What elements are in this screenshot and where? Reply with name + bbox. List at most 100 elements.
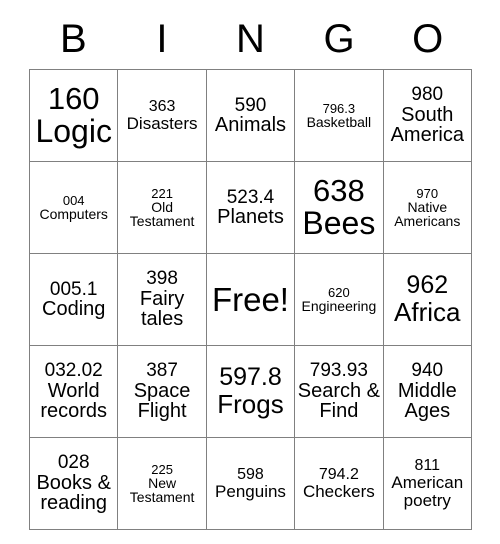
bingo-cell[interactable]: 004 Computers [28, 161, 119, 254]
bingo-cell-content: 620 Engineering [297, 257, 380, 342]
bingo-cell-content: 398 Fairy tales [120, 257, 203, 342]
bingo-cell-content: Free! [209, 257, 292, 342]
bingo-cell-number: 811 [414, 457, 441, 475]
bingo-cell-number: 794.2 [318, 465, 359, 483]
bingo-cell-number: 620 [328, 284, 350, 300]
bingo-cell[interactable]: 225 New Testament [117, 437, 207, 530]
bingo-cell-number: 225 [151, 461, 173, 477]
bingo-cell[interactable]: 387 Space Flight [117, 345, 207, 438]
bingo-cell[interactable]: 221 Old Testament [117, 161, 207, 254]
bingo-cell-label: Planets [217, 205, 284, 228]
bingo-cell[interactable]: 962 Africa [382, 253, 473, 346]
bingo-cell[interactable]: 793.93 Search & Find [294, 345, 384, 438]
bingo-cell-number: 970 [416, 185, 439, 201]
bingo-cell-content: 794.2 Checkers [297, 441, 380, 526]
bingo-cell-content: 796.3 Basketball [297, 73, 380, 158]
bingo-cell-label: American poetry [391, 473, 464, 510]
bingo-cell[interactable]: 005.1 Coding [28, 253, 119, 346]
bingo-cell[interactable]: 940 Middle Ages [382, 345, 473, 438]
bingo-cell-number: 004 [62, 192, 85, 208]
bingo-row: 004 Computers 221 Old Testament 523.4 Planets… [28, 161, 473, 254]
bingo-cell-label: Engineering [301, 297, 377, 314]
bingo-free-cell[interactable]: Free! [205, 253, 296, 346]
bingo-cell-number: 590 [234, 94, 267, 116]
bingo-cell-content: 523.4 Planets [209, 165, 292, 250]
bingo-cell-label: Free! [211, 280, 289, 318]
bingo-cell[interactable]: 398 Fairy tales [117, 253, 207, 346]
bingo-cell[interactable]: 363 Disasters [117, 69, 207, 162]
bingo-cell-label: Books & reading [36, 471, 111, 515]
bingo-cell-content: 590 Animals [209, 73, 292, 158]
bingo-cell-content: 598 Penguins [209, 441, 292, 526]
bingo-cell-content: 387 Space Flight [120, 349, 203, 434]
bingo-cell-content: 980 South America [386, 73, 469, 158]
bingo-cell-label: World records [40, 379, 108, 423]
bingo-cell-number: 598 [237, 465, 264, 483]
bingo-cell-label: Frogs [217, 388, 284, 419]
bingo-cell-content: 962 Africa [386, 257, 469, 342]
bingo-cell-number: 032.02 [44, 360, 103, 382]
bingo-cell-number: 638 [313, 173, 365, 209]
bingo-cell-content: 160 Logic [32, 73, 115, 158]
bingo-cell-number: 363 [148, 97, 176, 115]
bingo-cell-label: Animals [214, 113, 287, 136]
bingo-cell-content: 811 American poetry [386, 441, 469, 526]
bingo-cell-number: 221 [151, 185, 173, 201]
bingo-cell[interactable]: 796.3 Basketball [294, 69, 384, 162]
bingo-row: 160 Logic 363 Disasters 590 Animals 796.3 Baske… [28, 69, 473, 162]
bingo-cell-label: Logic [35, 112, 112, 149]
bingo-cell-content: 363 Disasters [120, 73, 203, 158]
bingo-grid-body: 160 Logic 363 Disasters 590 Animals 796.3 Baske… [28, 69, 473, 530]
bingo-cell[interactable]: 794.2 Checkers [294, 437, 384, 530]
bingo-cell[interactable]: 160 Logic [28, 69, 119, 162]
bingo-cell-content: 028 Books & reading [32, 441, 115, 526]
bingo-cell[interactable]: 028 Books & reading [28, 437, 119, 530]
bingo-cell-number: 160 [47, 81, 100, 117]
bingo-cell[interactable]: 980 South America [382, 69, 473, 162]
bingo-header-row: BINGO [29, 8, 472, 69]
bingo-cell[interactable]: 590 Animals [205, 69, 296, 162]
bingo-header-letter-i: I [156, 16, 168, 61]
bingo-cell[interactable]: 598 Penguins [205, 437, 296, 530]
bingo-cell-label: Search & Find [297, 379, 380, 423]
bingo-row: 028 Books & reading 225 New Testament 598 Pen… [28, 437, 473, 530]
bingo-cell-number: 387 [146, 360, 178, 382]
bingo-cell-number: 398 [146, 268, 178, 290]
bingo-cell-content: 221 Old Testament [120, 165, 203, 250]
bingo-grid: 160 Logic 363 Disasters 590 Animals 796.3 Baske… [28, 69, 473, 530]
bingo-cell-number: 980 [411, 84, 444, 106]
bingo-cell-content: 940 Middle Ages [386, 349, 469, 434]
bingo-cell-number: 940 [411, 360, 444, 382]
bingo-cell[interactable]: 811 American poetry [382, 437, 473, 530]
bingo-cell-label: Disasters [126, 113, 198, 133]
bingo-header-letter-o: O [412, 16, 444, 61]
bingo-cell-label: Coding [42, 297, 106, 320]
bingo-cell[interactable]: 970 Native Americans [382, 161, 473, 254]
bingo-cell-label: Checkers [302, 481, 375, 501]
bingo-cell-label: Middle Ages [397, 379, 457, 423]
bingo-cell-number: 796.3 [322, 100, 356, 116]
bingo-cell-number: 028 [57, 452, 90, 474]
bingo-header-letter-n: N [236, 16, 265, 61]
bingo-cell[interactable]: 032.02 World records [28, 345, 119, 438]
bingo-cell-content: 225 New Testament [120, 441, 203, 526]
bingo-cell-number: 962 [406, 271, 449, 300]
bingo-cell-number: 793.93 [309, 360, 368, 382]
bingo-cell-label: Africa [394, 296, 461, 327]
bingo-cell-content: 597.8 Frogs [209, 349, 292, 434]
bingo-cell[interactable]: 638 Bees [294, 161, 384, 254]
bingo-cell-number: 597.8 [219, 363, 282, 392]
bingo-cell-label: Old Testament [129, 198, 195, 230]
bingo-cell-label: Bees [302, 204, 376, 241]
bingo-cell-label: New Testament [129, 474, 195, 506]
bingo-cell-content: 970 Native Americans [386, 165, 469, 250]
bingo-header-letter-b: B [59, 16, 87, 61]
bingo-cell[interactable]: 597.8 Frogs [205, 345, 296, 438]
bingo-cell[interactable]: 620 Engineering [294, 253, 384, 346]
bingo-header-letter-g: G [323, 16, 355, 61]
bingo-card: BINGO 160 Logic 363 Disasters 590 Animals 796.… [28, 8, 473, 530]
bingo-cell-label: Penguins [215, 481, 286, 501]
bingo-cell-label: Native Americans [394, 198, 461, 230]
bingo-cell[interactable]: 523.4 Planets [205, 161, 296, 254]
bingo-cell-label: Computers [39, 205, 108, 222]
